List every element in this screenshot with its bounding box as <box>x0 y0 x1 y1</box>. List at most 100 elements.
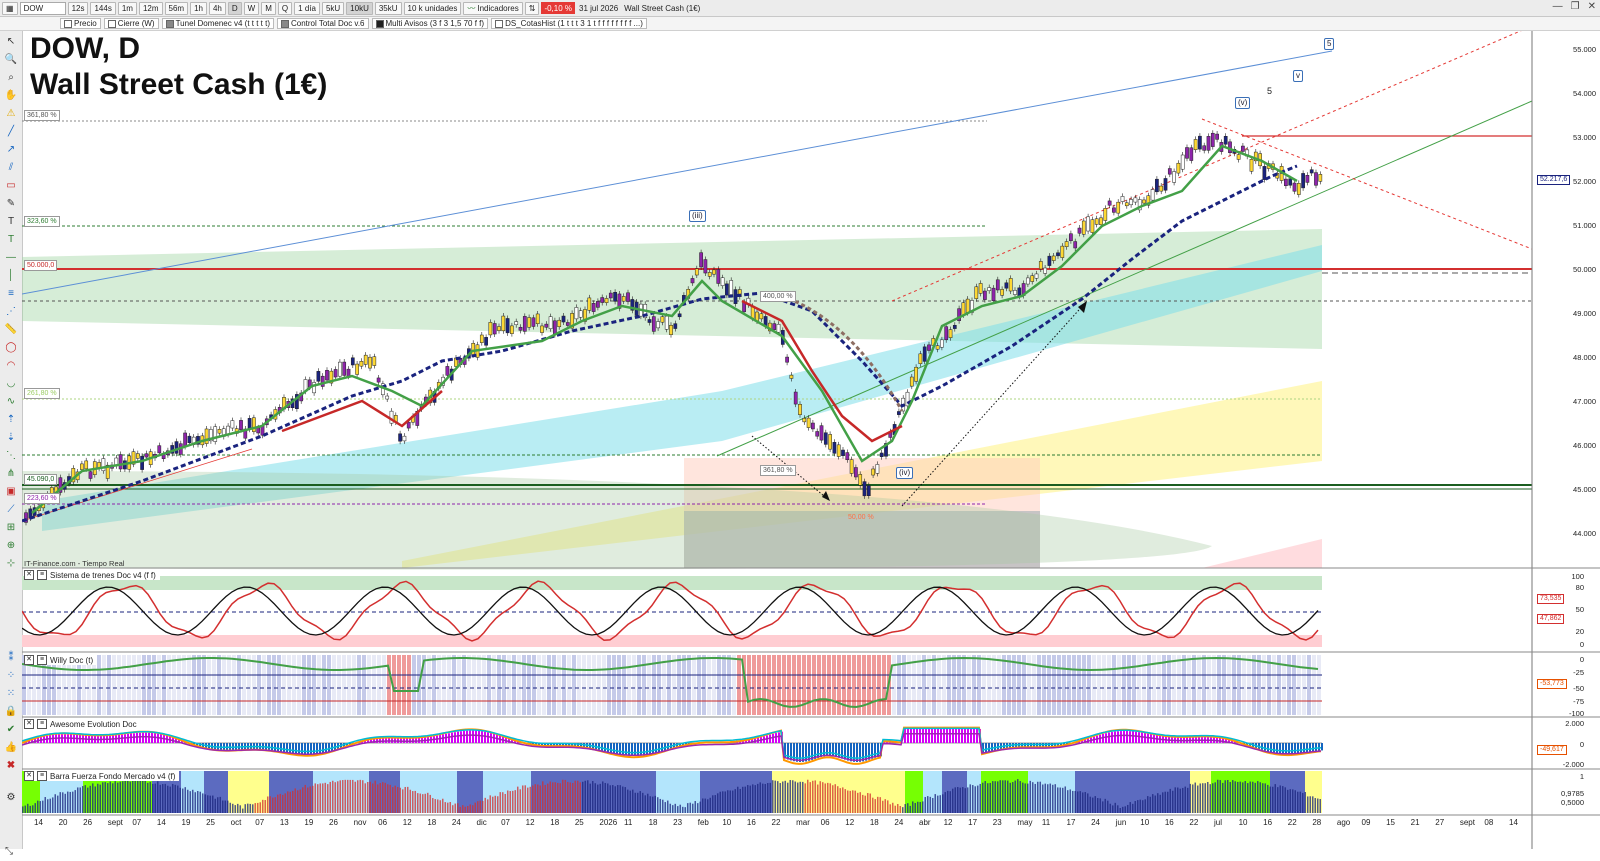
indicator-tab-cotashist[interactable]: DS_CotasHist (1 t t t 3 1 t f f f f f f … <box>491 18 647 29</box>
symbol-input[interactable]: DOW <box>19 1 66 15</box>
lock-icon[interactable]: 🔒 <box>4 705 18 718</box>
awesome-bar <box>139 732 141 743</box>
trendline-icon[interactable]: ╱ <box>4 125 18 138</box>
close-pane-icon[interactable]: ✕ <box>24 655 34 665</box>
wave-icon[interactable]: ∿ <box>4 395 18 408</box>
fuerza-bar <box>282 794 284 813</box>
arc-icon[interactable]: ◠ <box>4 359 18 372</box>
pencil-icon[interactable]: ✎ <box>4 197 18 210</box>
fuerza-bar <box>239 805 241 813</box>
unit-35k[interactable]: 35kU <box>374 1 402 15</box>
close-icon[interactable]: ✕ <box>1588 1 1596 12</box>
settings-pane-icon[interactable]: ≡ <box>37 771 47 781</box>
settings-pane-icon[interactable]: ≡ <box>37 570 47 580</box>
candle-body <box>363 354 368 365</box>
zoom-area-icon[interactable]: ⌕ <box>4 71 18 84</box>
wave-labels-icon[interactable]: ⁑ <box>4 651 18 664</box>
tab-label: Tunel Domenec v4 (t t t t t) <box>175 19 270 28</box>
price-label-46000: 46.000 <box>1573 441 1596 450</box>
fuerza-bar <box>879 797 881 813</box>
resize-icon[interactable]: ⤡ <box>5 846 13 857</box>
candle-body <box>1155 178 1159 193</box>
fuerza-bar <box>489 795 491 813</box>
interval-daily[interactable]: D <box>227 1 242 15</box>
interval-quarterly[interactable]: Q <box>277 1 293 15</box>
ray-icon[interactable]: ↗ <box>4 143 18 156</box>
willy-bar <box>227 655 231 715</box>
fuerza-bar <box>594 783 596 813</box>
interval-1m[interactable]: 1m <box>117 1 137 15</box>
period-select[interactable]: 1 día <box>294 1 320 15</box>
indicators-button[interactable]: 〰 Indicadores <box>463 1 523 15</box>
fib-fan-icon[interactable]: ⋰ <box>4 305 18 318</box>
settings-pane-icon[interactable]: ≡ <box>37 719 47 729</box>
fuerza-bar <box>1147 796 1149 813</box>
interval-4h[interactable]: 4h <box>208 1 226 15</box>
text-box-icon[interactable]: T <box>4 233 18 246</box>
gann-icon[interactable]: ⋱ <box>4 449 18 462</box>
fuerza-bar <box>659 798 661 813</box>
settings-icon[interactable]: ⚙ <box>4 791 18 804</box>
interval-weekly[interactable]: W <box>243 1 260 15</box>
interval-monthly[interactable]: M <box>261 1 276 15</box>
fuerza-bar <box>1234 781 1236 813</box>
interval-144s[interactable]: 144s <box>90 1 116 15</box>
fuerza-bar <box>492 796 494 813</box>
cursor-icon[interactable]: ↖ <box>4 35 18 48</box>
fuerza-bar <box>1209 784 1211 813</box>
fuerza-bar <box>1202 783 1204 813</box>
close-pane-icon[interactable]: ✕ <box>24 570 34 580</box>
ruler-icon[interactable]: 📏 <box>4 323 18 336</box>
arrow-down-icon[interactable]: ⇣ <box>4 431 18 444</box>
indicator-tab-multiavisos[interactable]: Multi Avisos (3 f 3 1,5 70 f f) <box>371 18 489 29</box>
willy-bar <box>767 655 771 715</box>
vertical-line-icon[interactable]: │ <box>4 269 18 282</box>
scatter-icon[interactable]: ⁙ <box>4 687 18 700</box>
arrow-up-icon[interactable]: ⇡ <box>4 413 18 426</box>
delete-icon[interactable]: ✖ <box>4 759 18 772</box>
interval-56m[interactable]: 56m <box>164 1 189 15</box>
interval-12m[interactable]: 12m <box>138 1 163 15</box>
indicator-tab-close[interactable]: Cierre (W) <box>103 18 159 29</box>
fibonacci-icon[interactable]: ≡ <box>4 287 18 300</box>
settings-pane-icon[interactable]: ≡ <box>37 655 47 665</box>
chart-canvas[interactable] <box>22 31 1600 861</box>
willy-bar <box>1267 655 1271 715</box>
awesome-bar <box>772 733 774 743</box>
willy-bar <box>687 655 691 715</box>
close-pane-icon[interactable]: ✕ <box>24 771 34 781</box>
box-icon[interactable]: ▣ <box>4 485 18 498</box>
regression-icon[interactable]: ⟋ <box>4 503 18 516</box>
grid-icon[interactable]: ⊞ <box>4 521 18 534</box>
indicator-tab-price[interactable]: Precio <box>60 18 101 29</box>
close-pane-icon[interactable]: ✕ <box>24 719 34 729</box>
measure-icon[interactable]: ⊹ <box>4 557 18 570</box>
thumb-icon[interactable]: 👍 <box>4 741 18 754</box>
dots-icon[interactable]: ⁘ <box>4 669 18 682</box>
indicator-tab-tunel[interactable]: Tunel Domenec v4 (t t t t t) <box>161 18 274 29</box>
rectangle-icon[interactable]: ▭ <box>4 179 18 192</box>
units-select[interactable]: 10 k unidades <box>403 1 462 15</box>
pitchfork-icon[interactable]: ⋔ <box>4 467 18 480</box>
unit-10k[interactable]: 10kU <box>346 1 373 15</box>
indicator-tab-control[interactable]: Control Total Doc v.6 <box>276 18 369 29</box>
minimize-icon[interactable]: — <box>1553 1 1563 12</box>
horizontal-line-icon[interactable]: — <box>4 251 18 264</box>
alert-icon[interactable]: ⚠ <box>4 107 18 120</box>
interval-12s[interactable]: 12s <box>67 1 89 15</box>
compare-icon[interactable]: ⇅ <box>524 1 540 15</box>
pan-icon[interactable]: ✋ <box>4 89 18 102</box>
awesome-bar <box>973 729 975 743</box>
grid-menu-icon[interactable]: ▦ <box>2 1 18 15</box>
channel-icon[interactable]: ⫽ <box>4 161 18 174</box>
cycle-icon[interactable]: ◡ <box>4 377 18 390</box>
check-icon[interactable]: ✔ <box>4 723 18 736</box>
unit-5k[interactable]: 5kU <box>321 1 345 15</box>
interval-1h[interactable]: 1h <box>190 1 207 15</box>
text-tool-icon[interactable]: T <box>4 215 18 228</box>
restore-icon[interactable]: ❐ <box>1571 1 1580 12</box>
zoom-icon[interactable]: 🔍 <box>4 53 18 66</box>
target-icon[interactable]: ⊕ <box>4 539 18 552</box>
ellipse-icon[interactable]: ◯ <box>4 341 18 354</box>
awesome-bar <box>1141 732 1143 743</box>
